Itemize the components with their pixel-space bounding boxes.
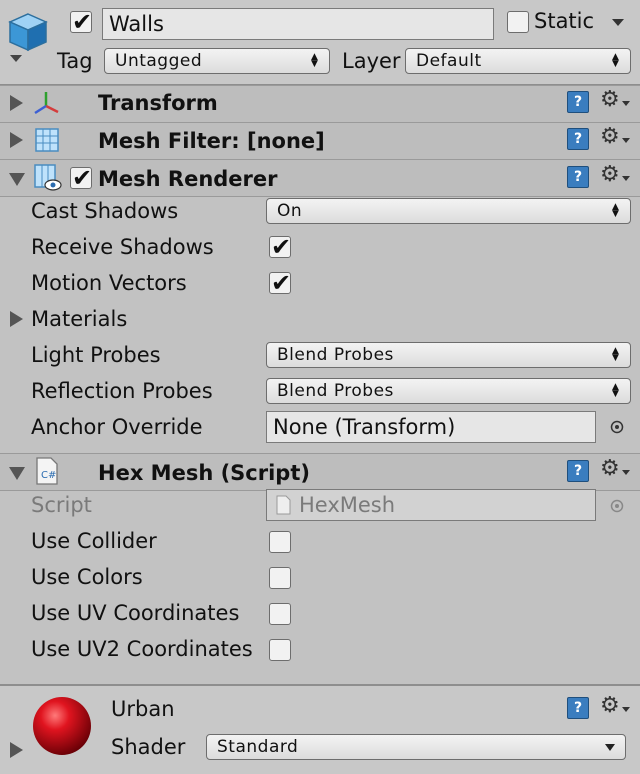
active-checkbox[interactable] (70, 8, 92, 36)
script-label: Script (31, 493, 92, 517)
gear-dropdown-arrow-icon (622, 707, 630, 712)
help-icon[interactable]: ? (567, 697, 589, 719)
material-section (0, 684, 640, 774)
help-icon[interactable]: ? (567, 460, 589, 482)
transform-header[interactable] (0, 85, 640, 123)
shader-dropdown-arrow-icon (605, 744, 615, 751)
red-sphere-icon (32, 696, 92, 756)
object-name-field[interactable]: Walls (102, 8, 494, 40)
svg-text:C#: C# (41, 470, 56, 481)
use-collider-checkbox[interactable] (269, 531, 291, 553)
gear-dropdown-arrow-icon (622, 470, 630, 475)
updown-arrow-icon: ▲ ▼ (612, 202, 619, 219)
use-colors-checkbox[interactable] (269, 567, 291, 589)
updown-arrow-icon: ▲ ▼ (612, 382, 619, 399)
tag-label: Tag (57, 49, 93, 73)
cube-icon (6, 10, 50, 54)
reflection-probes-label: Reflection Probes (31, 379, 213, 403)
gear-dropdown-arrow-icon (622, 138, 630, 143)
static-dropdown-arrow-icon[interactable] (612, 19, 624, 26)
mesh-filter-title: Mesh Filter: [none] (98, 129, 325, 153)
help-icon[interactable]: ? (567, 128, 589, 150)
reflection-probes-value: Blend Probes (277, 381, 394, 401)
updown-arrow-icon: ▲ ▼ (612, 346, 619, 363)
material-expand-arrow-icon[interactable] (10, 742, 23, 758)
materials-label[interactable]: Materials (31, 309, 127, 330)
mesh-renderer-icon (33, 163, 63, 193)
mesh-filter-icon (33, 126, 61, 154)
layer-label: Layer (342, 49, 401, 73)
mesh-renderer-title: Mesh Renderer (98, 167, 278, 191)
object-picker-icon[interactable] (610, 419, 624, 434)
gear-icon[interactable]: ⚙ (600, 695, 620, 717)
mesh-renderer-header[interactable] (0, 159, 640, 197)
use-uv-checkbox[interactable] (269, 603, 291, 625)
collapse-arrow-icon[interactable] (9, 173, 25, 186)
tag-value: Untagged (115, 51, 203, 71)
light-probes-dropdown[interactable]: Blend Probes (266, 342, 631, 368)
motion-vectors-checkbox[interactable] (269, 269, 291, 297)
mesh-renderer-enabled-checkbox[interactable] (70, 164, 92, 192)
layer-dropdown[interactable]: Default (405, 48, 631, 74)
collapse-arrow-icon[interactable] (9, 467, 25, 480)
material-name: Urban (111, 697, 175, 721)
icon-dropdown-arrow-icon[interactable] (10, 55, 22, 62)
anchor-override-field[interactable]: None (Transform) (266, 411, 596, 443)
expand-arrow-icon[interactable] (10, 132, 23, 148)
cast-shadows-label: Cast Shadows (31, 199, 179, 223)
object-picker-icon (610, 498, 624, 513)
script-value: HexMesh (299, 493, 396, 517)
hex-mesh-title: Hex Mesh (Script) (98, 461, 310, 485)
receive-shadows-checkbox[interactable] (269, 233, 291, 261)
shader-label: Shader (111, 735, 186, 759)
use-uv2-checkbox[interactable] (269, 639, 291, 661)
motion-vectors-label: Motion Vectors (31, 271, 187, 295)
layer-value: Default (416, 51, 482, 71)
cast-shadows-value: On (277, 201, 303, 221)
use-uv2-label: Use UV2 Coordinates (31, 637, 253, 661)
help-icon[interactable]: ? (567, 91, 589, 113)
shader-value: Standard (217, 737, 299, 757)
reflection-probes-dropdown[interactable]: Blend Probes (266, 378, 631, 404)
light-probes-label: Light Probes (31, 343, 161, 367)
script-file-icon (275, 495, 291, 515)
hex-mesh-header[interactable] (0, 453, 640, 491)
static-label: Static (534, 9, 595, 33)
updown-arrow-icon: ▲ ▼ (311, 52, 318, 69)
transform-axes-icon (33, 90, 61, 116)
help-icon[interactable]: ? (567, 166, 589, 188)
use-collider-label: Use Collider (31, 529, 157, 553)
light-probes-value: Blend Probes (277, 345, 394, 365)
receive-shadows-label: Receive Shadows (31, 235, 214, 259)
use-uv-label: Use UV Coordinates (31, 601, 240, 625)
cast-shadows-dropdown[interactable]: On (266, 198, 631, 224)
static-checkbox[interactable] (507, 11, 529, 33)
tag-dropdown[interactable]: Untagged (104, 48, 330, 74)
updown-arrow-icon: ▲ ▼ (612, 52, 619, 69)
expand-arrow-icon[interactable] (10, 95, 23, 111)
gear-icon[interactable]: ⚙ (600, 164, 620, 186)
gear-icon[interactable]: ⚙ (600, 126, 620, 148)
csharp-script-icon: C# (34, 456, 60, 486)
shader-dropdown[interactable]: Standard (206, 734, 626, 760)
gear-dropdown-arrow-icon (622, 176, 630, 181)
transform-title: Transform (98, 91, 218, 115)
materials-expand-arrow-icon[interactable] (10, 311, 23, 327)
use-colors-label: Use Colors (31, 565, 143, 589)
gear-icon[interactable]: ⚙ (600, 89, 620, 111)
gear-icon[interactable]: ⚙ (600, 458, 620, 480)
gear-dropdown-arrow-icon (622, 101, 630, 106)
anchor-override-label: Anchor Override (31, 415, 203, 439)
script-field: HexMesh (266, 489, 596, 521)
